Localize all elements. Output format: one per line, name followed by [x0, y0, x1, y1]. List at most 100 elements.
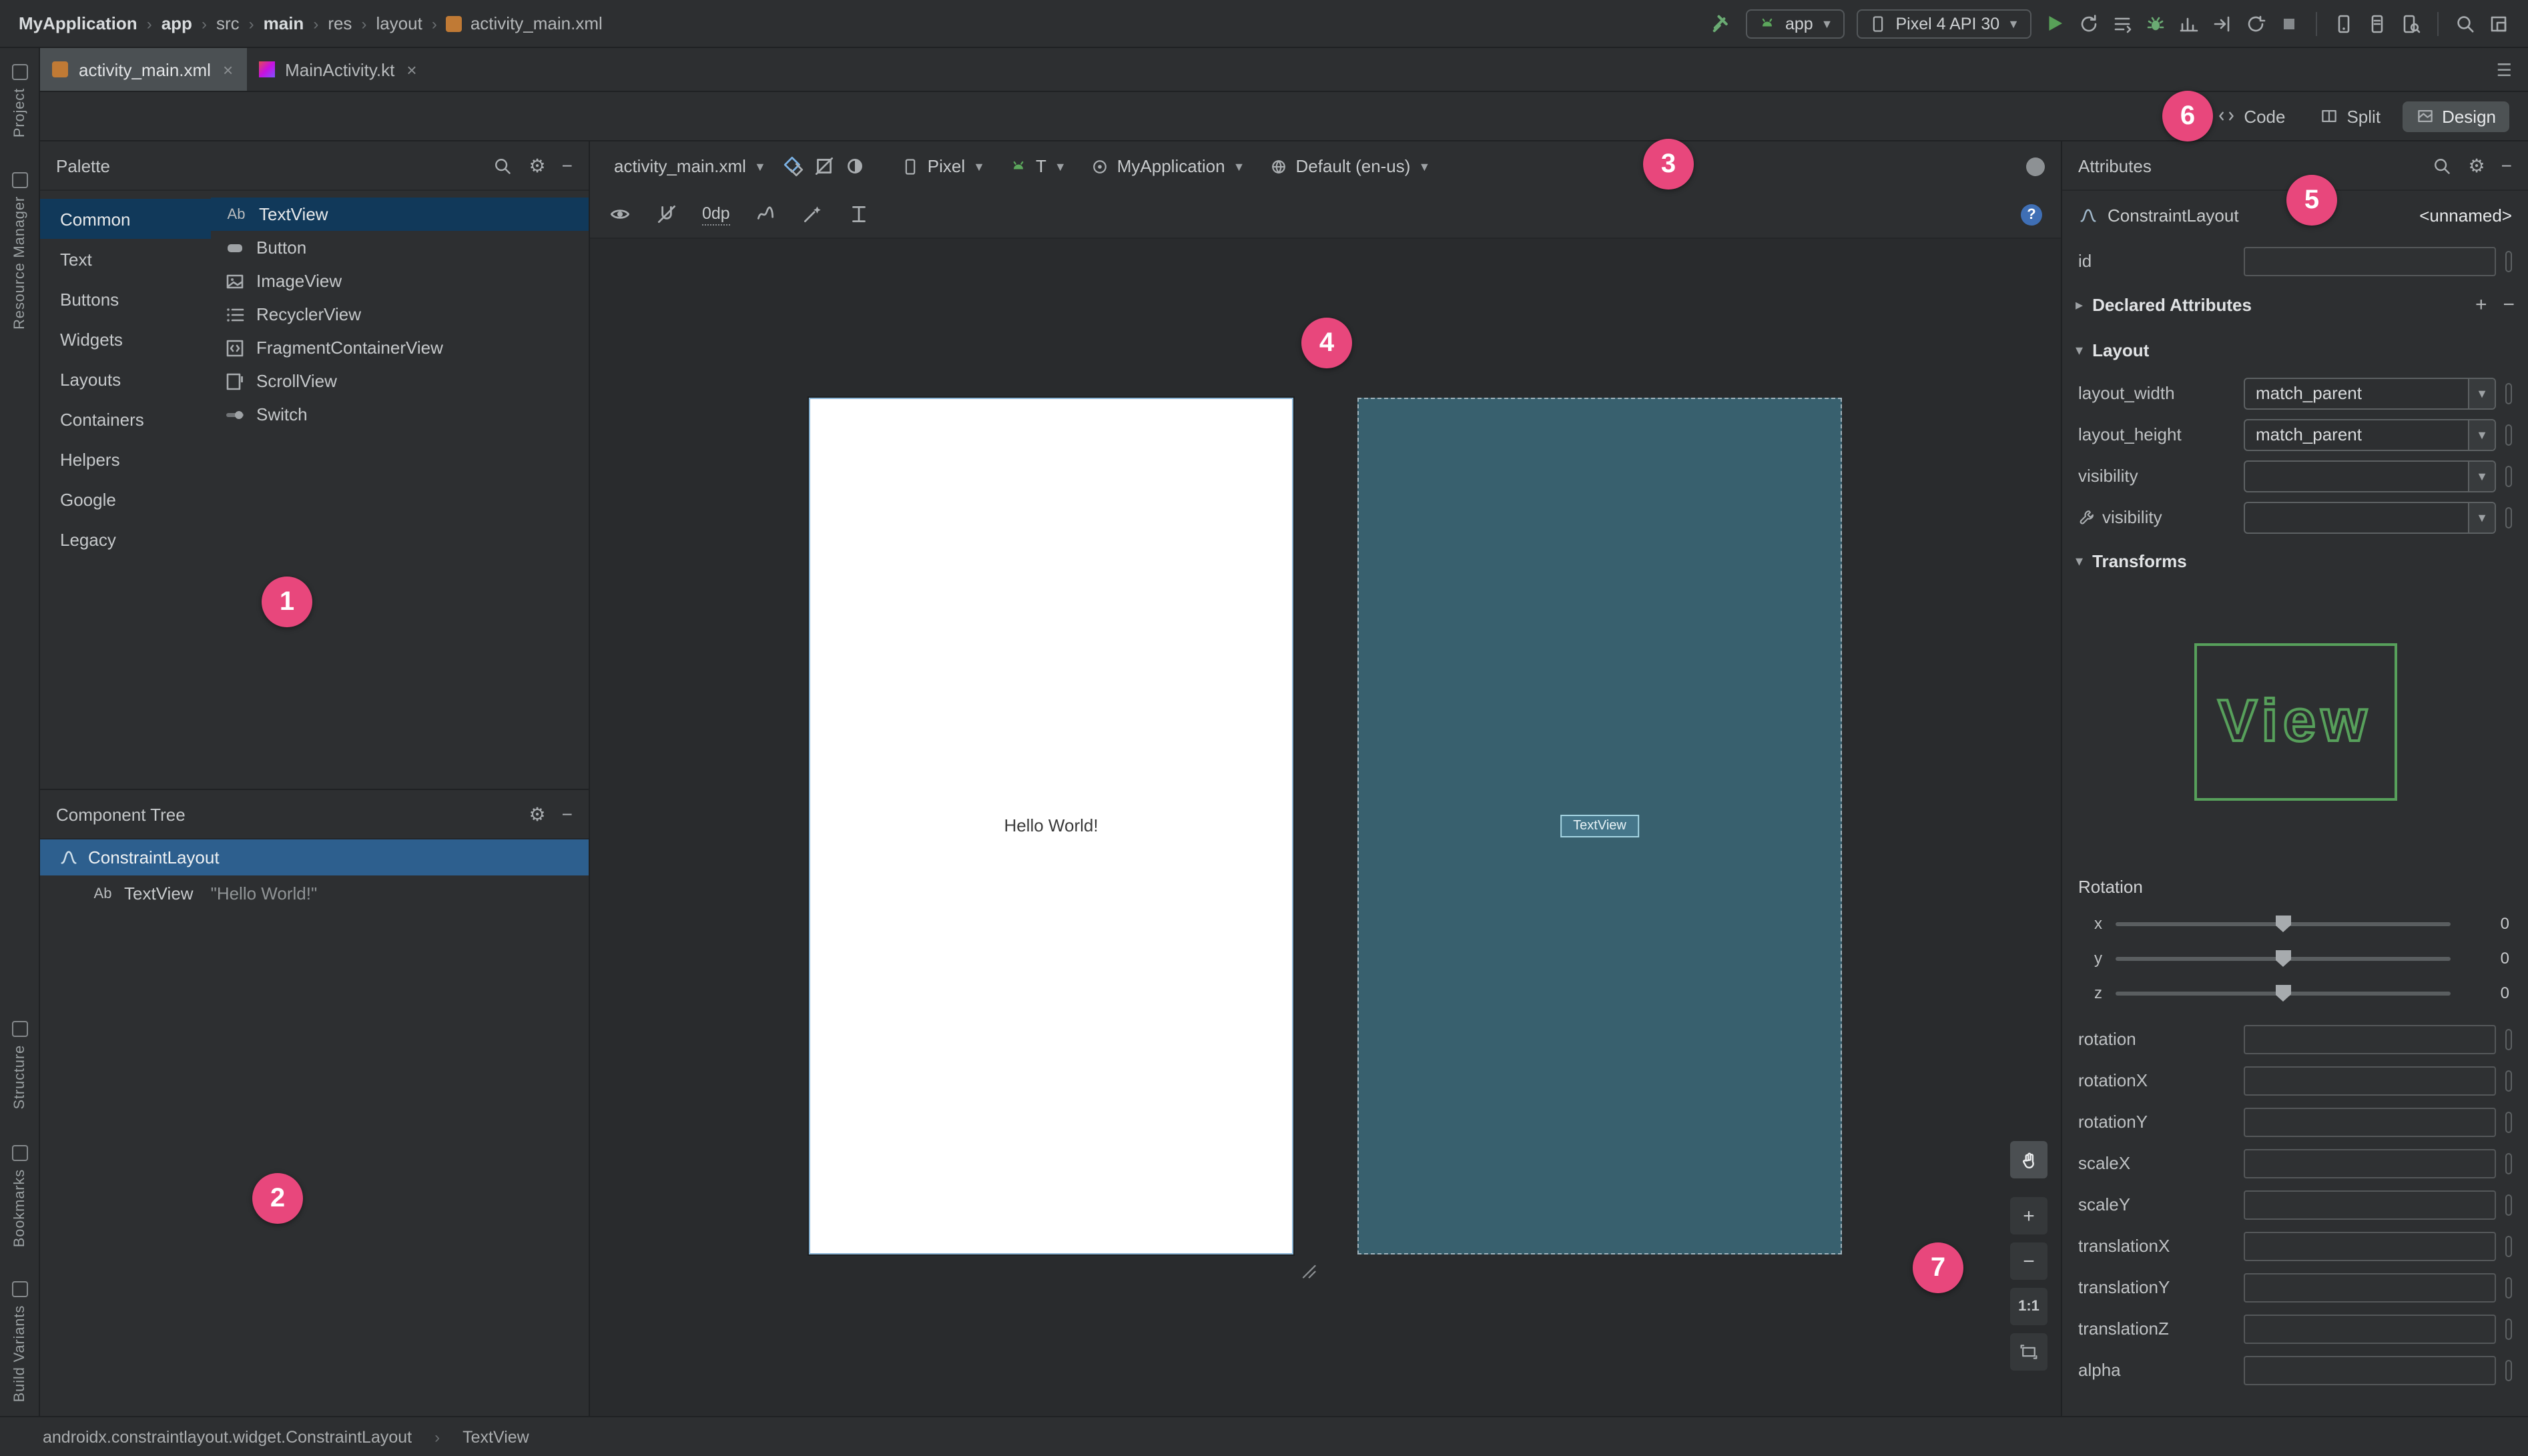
hide-panel-icon[interactable]: − [562, 156, 573, 175]
api-level-menu[interactable]: T ▼ [1001, 152, 1074, 180]
clear-constraints-icon[interactable] [754, 203, 777, 226]
zoom-reset-button[interactable]: 1:1 [2010, 1288, 2047, 1325]
run-configuration-select[interactable]: app ▼ [1746, 9, 1845, 38]
breadcrumb-item[interactable]: src [216, 13, 240, 33]
translation-y-input[interactable] [2244, 1272, 2496, 1302]
stop-icon[interactable] [2278, 13, 2300, 34]
close-icon[interactable]: × [406, 59, 416, 79]
palette-item-switch[interactable]: Switch [211, 398, 589, 431]
resource-flag[interactable] [2505, 382, 2512, 404]
file-select[interactable]: activity_main.xml ▼ [606, 152, 774, 180]
translation-z-input[interactable] [2244, 1314, 2496, 1343]
slider-thumb[interactable] [2275, 950, 2291, 967]
rotation-z-slider[interactable] [2116, 984, 2451, 1002]
blueprint-preview-surface[interactable]: TextView [1357, 398, 1842, 1254]
zoom-out-button[interactable]: − [2010, 1242, 2047, 1280]
layout-inspector-icon[interactable] [2488, 13, 2509, 34]
visibility-dropdown[interactable]: ▼ [2244, 460, 2496, 492]
remove-attribute-button[interactable]: − [2503, 293, 2515, 316]
palette-category-widgets[interactable]: Widgets [40, 319, 211, 359]
blueprint-textview[interactable]: TextView [1560, 815, 1640, 837]
rotation-y-slider[interactable] [2116, 950, 2451, 967]
translation-x-input[interactable] [2244, 1231, 2496, 1260]
hide-panel-icon[interactable]: − [2501, 156, 2512, 175]
hello-world-text[interactable]: Hello World! [810, 815, 1292, 835]
layout-width-dropdown[interactable]: match_parent ▼ [2244, 377, 2496, 409]
pack-align-icon[interactable] [848, 203, 870, 226]
palette-item-recyclerview[interactable]: RecyclerView [211, 298, 589, 331]
resource-flag[interactable] [2505, 250, 2512, 272]
attach-debugger-icon[interactable] [2212, 13, 2233, 34]
palette-item-button[interactable]: Button [211, 231, 589, 264]
gear-icon[interactable]: ⚙ [2469, 156, 2485, 175]
palette-category-legacy[interactable]: Legacy [40, 519, 211, 559]
locale-menu[interactable]: Default (en-us) ▼ [1261, 152, 1438, 180]
sync-icon[interactable] [2245, 13, 2266, 34]
resource-flag[interactable] [2505, 1235, 2512, 1256]
autoconnect-off-icon[interactable] [655, 203, 678, 226]
rotation-input[interactable] [2244, 1024, 2496, 1054]
default-margin-button[interactable]: 0dp [702, 204, 730, 225]
palette-item-imageview[interactable]: ImageView [211, 264, 589, 298]
tools-visibility-dropdown[interactable]: ▼ [2244, 501, 2496, 533]
scale-y-input[interactable] [2244, 1190, 2496, 1219]
resource-flag[interactable] [2505, 1194, 2512, 1215]
rotation-x-input[interactable] [2244, 1066, 2496, 1095]
stripe-item-build-variants[interactable]: Build Variants [11, 1281, 27, 1403]
palette-item-fragmentcontainerview[interactable]: FragmentContainerView [211, 331, 589, 364]
slider-thumb[interactable] [2275, 984, 2291, 1002]
view-options-eye-icon[interactable] [609, 203, 631, 226]
tree-item-textview[interactable]: Ab TextView "Hello World!" [40, 875, 589, 912]
zoom-in-button[interactable]: + [2010, 1197, 2047, 1234]
apply-changes-icon[interactable] [2078, 13, 2100, 34]
breadcrumb-item[interactable]: app [162, 13, 192, 33]
app-inspection-icon[interactable] [2400, 13, 2421, 34]
close-icon[interactable]: × [223, 59, 233, 79]
add-attribute-button[interactable]: + [2475, 293, 2487, 316]
resource-flag[interactable] [2505, 424, 2512, 445]
resource-flag[interactable] [2505, 506, 2512, 528]
resource-flag[interactable] [2505, 1070, 2512, 1091]
slider-thumb[interactable] [2275, 915, 2291, 932]
infer-constraints-wand-icon[interactable] [801, 203, 824, 226]
resource-flag[interactable] [2505, 1111, 2512, 1132]
status-breadcrumb-child[interactable]: TextView [462, 1427, 529, 1446]
zoom-to-fit-button[interactable] [2010, 1333, 2047, 1371]
stripe-item-resource-manager[interactable]: Resource Manager [11, 172, 27, 330]
tab-main-activity-kt[interactable]: MainActivity.kt × [246, 48, 430, 91]
tree-item-constraintlayout[interactable]: ConstraintLayout [40, 839, 589, 875]
device-manager-icon[interactable] [2333, 13, 2354, 34]
gear-icon[interactable]: ⚙ [529, 156, 546, 175]
stripe-item-project[interactable]: Project [11, 64, 27, 137]
declared-attributes-section[interactable]: ▸ Declared Attributes + − [2062, 282, 2528, 327]
stripe-item-structure[interactable]: Structure [11, 1021, 27, 1110]
palette-category-buttons[interactable]: Buttons [40, 279, 211, 319]
layout-height-dropdown[interactable]: match_parent ▼ [2244, 418, 2496, 450]
alpha-input[interactable] [2244, 1355, 2496, 1385]
resource-flag[interactable] [2505, 1277, 2512, 1298]
logcat-icon[interactable] [2366, 13, 2388, 34]
transforms-section[interactable]: ▾ Transforms [2062, 538, 2528, 583]
search-icon[interactable] [493, 155, 513, 175]
design-canvas[interactable]: Hello World! TextView + − 1:1 [590, 239, 2061, 1416]
search-icon[interactable] [2433, 155, 2453, 175]
resource-flag[interactable] [2505, 465, 2512, 486]
breadcrumb-item[interactable]: res [328, 13, 352, 33]
debug-icon[interactable] [2145, 13, 2166, 34]
resource-flag[interactable] [2505, 1028, 2512, 1050]
help-icon[interactable]: ? [2021, 204, 2042, 225]
resize-handle-icon[interactable] [1299, 1261, 1317, 1280]
palette-category-helpers[interactable]: Helpers [40, 439, 211, 479]
device-menu[interactable]: Pixel ▼ [893, 152, 993, 180]
rotation-x-slider[interactable] [2116, 915, 2451, 932]
palette-category-text[interactable]: Text [40, 239, 211, 279]
gear-icon[interactable]: ⚙ [529, 805, 546, 823]
hide-panel-icon[interactable]: − [562, 805, 573, 823]
palette-item-textview[interactable]: Ab TextView [211, 198, 589, 231]
search-icon[interactable] [2455, 13, 2476, 34]
breadcrumb-item[interactable]: MyApplication [19, 13, 137, 33]
palette-category-layouts[interactable]: Layouts [40, 359, 211, 399]
run-icon[interactable] [2043, 12, 2066, 35]
resource-flag[interactable] [2505, 1318, 2512, 1339]
resource-flag[interactable] [2505, 1152, 2512, 1174]
